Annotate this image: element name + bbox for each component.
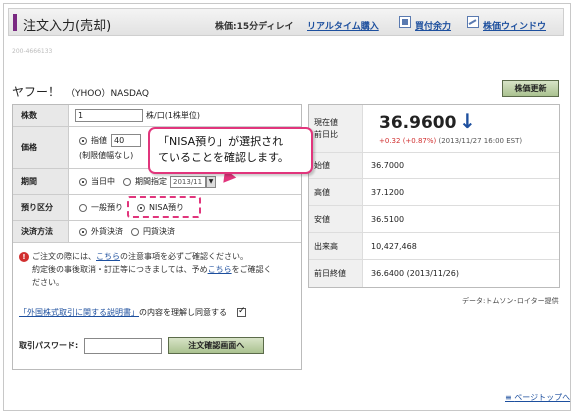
chevron-down-icon[interactable]: ▼ [206,175,216,188]
quantity-unit: 株/口(1株単位) [146,111,201,120]
quote-row: 出来高 10,427,468 [309,233,559,260]
quote-timestamp: (2013/11/27 16:00 EST) [438,137,523,145]
yen-radio[interactable] [131,227,139,236]
limit-order-radio[interactable] [79,136,87,145]
period-date-select[interactable]: 2013/11 [170,175,206,188]
change-label: 前日比 [314,129,338,139]
data-credit: データ:トムソン･ロイター提供 [462,297,559,305]
price-label: 価格 [13,127,69,168]
limit-price-input[interactable]: 40 [111,134,141,147]
price-delay-note: 株価:15分ディレイ [215,22,294,32]
quantity-label: 株数 [13,105,69,126]
buying-power-link[interactable]: 買付余力 [415,19,451,32]
refresh-price-button[interactable]: 株価更新 [502,80,559,97]
quantity-input[interactable]: 1 [75,109,143,122]
agreement-text: の内容を理解し同意する [139,308,227,317]
notice-text: の注意事項を必ずご確認ください。 [120,252,248,261]
notice-text: ご注文の際には、 [32,252,96,261]
limit-note: (制限値幅なし) [79,151,134,160]
agreement-checkbox[interactable] [237,306,246,317]
password-input[interactable] [84,337,163,354]
quote-row: 始値 36.7000 [309,153,559,179]
page-title: 注文入力(売却) [23,19,112,34]
general-custody-label: 一般預り [91,203,123,212]
quote-table: 現在値 前日比 36.9600 ↓ +0.32 (+0.87%) (2013/1… [308,104,560,288]
yen-label: 円貨決済 [143,227,175,236]
quote-row: 高値 37.1200 [309,179,559,206]
callout-line-1: 「NISA預り」が選択され [158,135,284,148]
page-top-icon: ≡ [505,393,515,402]
quote-row-label: 安値 [309,206,363,232]
notice-link-2[interactable]: こちら [208,265,232,274]
quote-row-value: 36.6400 (2013/11/26) [371,269,459,278]
quote-row-value: 36.5100 [371,214,405,224]
callout-line-2: ていることを確認します。 [158,151,289,164]
quote-row-label: 出来高 [309,233,363,259]
period-label: 期間 [13,169,69,194]
quote-row-label: 始値 [309,153,363,178]
quantity-row: 株数 1 株/口(1株単位) [13,105,301,127]
quote-row: 安値 36.5100 [309,206,559,233]
current-price-row: 現在値 前日比 36.9600 ↓ +0.32 (+0.87%) (2013/1… [309,105,559,153]
stock-name: ヤフー！ （YHOO）NASDAQ [12,83,149,100]
price-window-link[interactable]: 株価ウィンドウ [483,19,546,32]
explanation-doc-link[interactable]: 「外国株式取引に関する説明書」 [19,307,139,318]
arrow-down-icon: ↓ [459,109,476,133]
warning-icon: ! [19,251,29,262]
quote-row-value: 37.1200 [371,187,405,197]
general-custody-radio[interactable] [79,203,87,212]
notice-text: をご確認く [231,265,272,274]
header-accent-bar [13,14,17,31]
current-label: 現在値 [314,117,338,127]
notice-text: ださい。 [32,278,64,287]
change-percent: (+0.87%) [402,137,437,145]
price-change: +0.32 (+0.87%) (2013/11/27 16:00 EST) [379,137,522,145]
today-label: 当日中 [91,177,115,186]
quote-row-value: 36.7000 [371,161,405,170]
nisa-highlight-box [127,196,201,218]
current-price: 36.9600 [379,113,457,133]
today-radio[interactable] [79,177,87,186]
limit-order-label: 指値 [91,136,107,145]
stock-code: （YHOO）NASDAQ [66,89,149,99]
page-top-link[interactable]: ≡ ページトップへ [505,392,570,403]
settlement-row: 決済方法 外貨決済 円貨決済 [13,221,301,243]
stock-title: ヤフー！ [12,85,61,99]
chart-icon [467,16,479,28]
realtime-purchase-link[interactable]: リアルタイム購入 [307,19,379,32]
current-price-label: 現在値 前日比 [309,105,363,152]
quote-row-label: 高値 [309,179,363,205]
tutorial-callout: 「NISA預り」が選択され ていることを確認します。 [148,127,313,174]
settlement-label: 決済方法 [13,221,69,242]
quote-row: 前日終値 36.6400 (2013/11/26) [309,260,559,287]
page-top-label: ページトップへ [514,393,571,402]
order-confirm-button[interactable]: 注文確認画面へ [168,337,265,354]
period-specified-radio[interactable] [123,177,131,186]
notice-link-1[interactable]: こちら [96,252,120,261]
notice-text: 約定後の事後取消・訂正等につきましては、予め [32,265,208,274]
order-notice: ! ご注文の際には、こちらの注意事項を必ずご確認ください。 約定後の事後取消・訂正… [19,250,295,289]
quote-row-value: 10,427,468 [371,241,417,251]
account-subline: 200-4666133 [12,48,53,55]
period-specified-label: 期間指定 [135,177,167,186]
agreement-row: 「外国株式取引に関する説明書」 の内容を理解し同意する [19,306,246,318]
page-header: 注文入力(売却) 株価:15分ディレイ リアルタイム購入 買付余力 株価ウィンド… [8,8,564,36]
change-value: +0.32 [379,137,401,145]
wallet-icon [399,16,411,28]
quote-row-label: 前日終値 [309,260,363,287]
password-row: 取引パスワード: 注文確認画面へ [19,337,295,354]
foreign-currency-label: 外貨決済 [91,227,123,236]
custody-label: 預り区分 [13,195,69,220]
foreign-currency-radio[interactable] [79,227,87,236]
password-label: 取引パスワード: [19,341,79,350]
